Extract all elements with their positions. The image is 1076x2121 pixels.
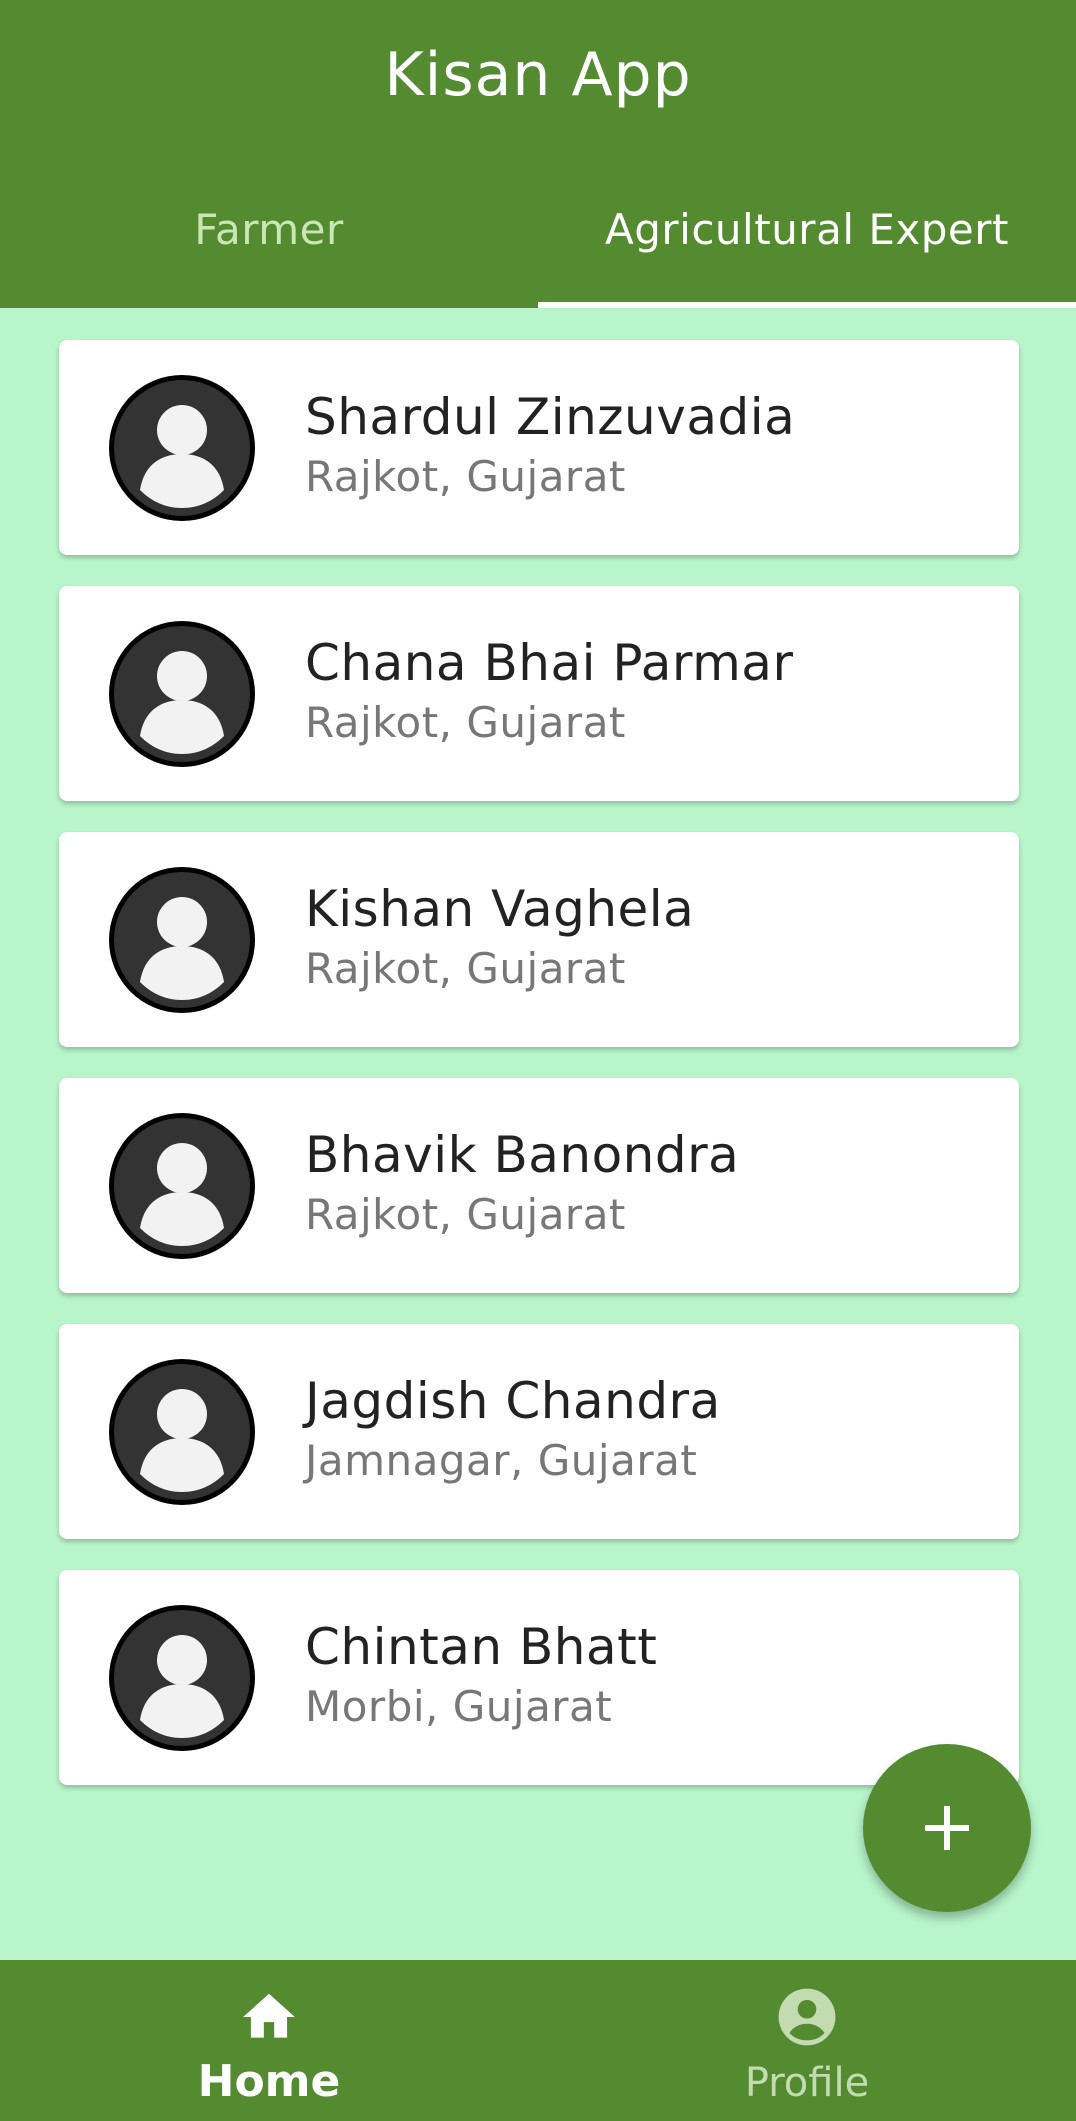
person-icon [109,1605,255,1751]
home-icon [238,1986,300,2048]
add-expert-button[interactable] [863,1744,1031,1912]
avatar [106,372,258,524]
expert-card[interactable]: Chana Bhai Parmar Rajkot, Gujarat [59,586,1019,801]
expert-location: Rajkot, Gujarat [305,1190,626,1239]
bottom-navigation: Home Profile [0,1960,1076,2121]
tab-agricultural-expert[interactable]: Agricultural Expert [538,205,1076,254]
expert-name: Bhavik Banondra [305,1126,740,1184]
expert-location: Jamnagar, Gujarat [305,1436,698,1485]
expert-card[interactable]: Chintan Bhatt Morbi, Gujarat [59,1570,1019,1785]
expert-card[interactable]: Kishan Vaghela Rajkot, Gujarat [59,832,1019,1047]
nav-profile-label: Profile [744,2060,870,2106]
tab-farmer[interactable]: Farmer [0,205,538,254]
expert-name: Chintan Bhatt [305,1618,658,1676]
nav-profile[interactable]: Profile [538,1960,1076,2121]
app-bar: Kisan App Farmer Agricultural Expert [0,0,1076,308]
app-title: Kisan App [384,40,692,110]
expert-name: Chana Bhai Parmar [305,634,794,692]
expert-name: Kishan Vaghela [305,880,695,938]
expert-card[interactable]: Bhavik Banondra Rajkot, Gujarat [59,1078,1019,1293]
avatar [106,1602,258,1754]
expert-location: Rajkot, Gujarat [305,698,626,747]
expert-card[interactable]: Jagdish Chandra Jamnagar, Gujarat [59,1324,1019,1539]
expert-location: Rajkot, Gujarat [305,452,626,501]
nav-home[interactable]: Home [0,1960,538,2121]
person-icon [109,867,255,1013]
person-icon [109,375,255,521]
expert-card[interactable]: Shardul Zinzuvadia Rajkot, Gujarat [59,340,1019,555]
avatar [106,1110,258,1262]
nav-home-label: Home [197,2056,341,2107]
person-icon [109,1359,255,1505]
avatar [106,864,258,1016]
expert-location: Morbi, Gujarat [305,1682,613,1731]
person-icon [109,621,255,767]
plus-icon [925,1806,969,1850]
expert-name: Shardul Zinzuvadia [305,388,796,446]
expert-location: Rajkot, Gujarat [305,944,626,993]
avatar [106,1356,258,1508]
profile-icon [776,1986,838,2048]
avatar [106,618,258,770]
tab-indicator [538,302,1076,308]
expert-name: Jagdish Chandra [305,1372,721,1430]
person-icon [109,1113,255,1259]
